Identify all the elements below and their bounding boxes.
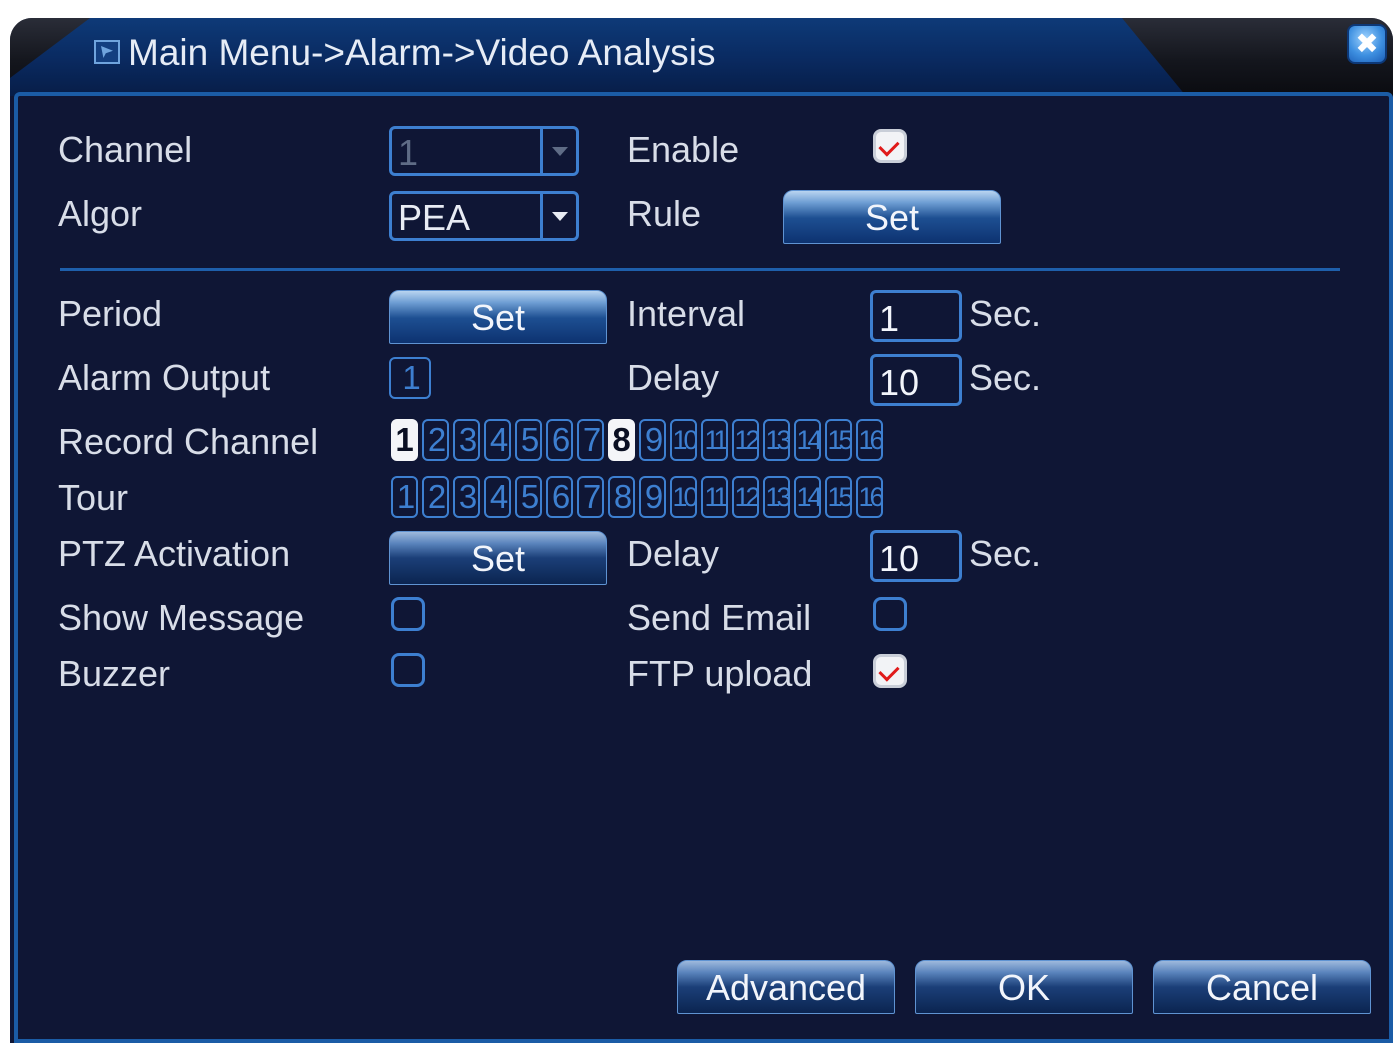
tour-cell[interactable]: 12 <box>732 476 759 518</box>
ptz-delay-unit: Sec. <box>969 533 1042 574</box>
ftp-upload-label: FTP upload <box>627 653 813 694</box>
divider <box>60 268 1340 271</box>
record-channel-cell[interactable]: 3 <box>453 419 480 461</box>
tour-cell[interactable]: 4 <box>484 476 511 518</box>
record-channel-cell[interactable]: 16 <box>856 419 883 461</box>
record-channel-cell[interactable]: 8 <box>608 419 635 461</box>
enable-label: Enable <box>627 129 740 170</box>
send-email-checkbox[interactable] <box>873 597 907 631</box>
record-channel-label: Record Channel <box>58 421 319 462</box>
tour-cell[interactable]: 1 <box>391 476 418 518</box>
interval-input[interactable]: 1 <box>870 290 962 342</box>
record-channel-cell[interactable]: 11 <box>701 419 728 461</box>
enable-checkbox[interactable] <box>873 129 907 163</box>
ptz-set-button[interactable]: Set <box>389 531 607 585</box>
tour-cell[interactable]: 10 <box>670 476 697 518</box>
interval-unit: Sec. <box>969 293 1042 334</box>
tour-cells: 1 2 3 4 5 6 7 8 9 10 11 12 13 14 15 16 <box>391 476 887 518</box>
alarm-output-cells: 1 <box>389 357 435 399</box>
interval-label: Interval <box>627 293 746 334</box>
tour-cell[interactable]: 16 <box>856 476 883 518</box>
tour-cell[interactable]: 7 <box>577 476 604 518</box>
record-channel-cell[interactable]: 1 <box>391 419 418 461</box>
advanced-button[interactable]: Advanced <box>677 960 895 1014</box>
show-message-label: Show Message <box>58 597 305 638</box>
menu-icon <box>94 40 120 64</box>
tour-cell[interactable]: 3 <box>453 476 480 518</box>
alarm-output-cell[interactable]: 1 <box>389 357 431 399</box>
tour-label: Tour <box>58 477 129 518</box>
send-email-label: Send Email <box>627 597 812 638</box>
ok-button[interactable]: OK <box>915 960 1133 1014</box>
period-set-button[interactable]: Set <box>389 290 607 344</box>
ftp-upload-checkbox[interactable] <box>873 654 907 688</box>
delay-input[interactable]: 10 <box>870 354 962 406</box>
ptz-delay-input[interactable]: 10 <box>870 530 962 582</box>
period-label: Period <box>58 293 163 334</box>
record-channel-cell[interactable]: 2 <box>422 419 449 461</box>
record-channel-cell[interactable]: 5 <box>515 419 542 461</box>
channel-label: Channel <box>58 129 193 170</box>
algor-value: PEA <box>398 197 471 238</box>
tour-cell[interactable]: 5 <box>515 476 542 518</box>
tour-cell[interactable]: 6 <box>546 476 573 518</box>
algor-label: Algor <box>58 193 143 234</box>
tour-cell[interactable]: 11 <box>701 476 728 518</box>
record-channel-cells: 1 2 3 4 5 6 7 8 9 10 11 12 13 14 15 16 <box>391 419 887 461</box>
delay-unit: Sec. <box>969 357 1042 398</box>
chevron-down-icon <box>540 129 576 173</box>
channel-value: 1 <box>398 132 419 173</box>
record-channel-cell[interactable]: 6 <box>546 419 573 461</box>
tour-cell[interactable]: 9 <box>639 476 666 518</box>
rule-set-button[interactable]: Set <box>783 190 1001 244</box>
record-channel-cell[interactable]: 10 <box>670 419 697 461</box>
rule-label: Rule <box>627 193 702 234</box>
delay-label: Delay <box>627 357 720 398</box>
record-channel-cell[interactable]: 14 <box>794 419 821 461</box>
record-channel-cell[interactable]: 7 <box>577 419 604 461</box>
record-channel-cell[interactable]: 12 <box>732 419 759 461</box>
tour-cell[interactable]: 14 <box>794 476 821 518</box>
buzzer-checkbox[interactable] <box>391 653 425 687</box>
record-channel-cell[interactable]: 4 <box>484 419 511 461</box>
tour-cell[interactable]: 8 <box>608 476 635 518</box>
cancel-button[interactable]: Cancel <box>1153 960 1371 1014</box>
record-channel-cell[interactable]: 9 <box>639 419 666 461</box>
channel-select[interactable]: 1 <box>389 126 579 176</box>
record-channel-cell[interactable]: 15 <box>825 419 852 461</box>
alarm-output-label: Alarm Output <box>58 357 271 398</box>
record-channel-cell[interactable]: 13 <box>763 419 790 461</box>
ptz-delay-label: Delay <box>627 533 720 574</box>
title-bar: Main Menu->Alarm->Video Analysis ✖ <box>10 18 1393 96</box>
buzzer-label: Buzzer <box>58 653 171 694</box>
tour-cell[interactable]: 15 <box>825 476 852 518</box>
tour-cell[interactable]: 13 <box>763 476 790 518</box>
show-message-checkbox[interactable] <box>391 597 425 631</box>
ptz-activation-label: PTZ Activation <box>58 533 291 574</box>
close-button[interactable]: ✖ <box>1347 24 1387 64</box>
algor-select[interactable]: PEA <box>389 191 579 241</box>
window-title: Main Menu->Alarm->Video Analysis <box>128 32 716 73</box>
tour-cell[interactable]: 2 <box>422 476 449 518</box>
chevron-down-icon <box>540 194 576 238</box>
video-analysis-window: Main Menu->Alarm->Video Analysis ✖ <box>10 18 1393 1043</box>
